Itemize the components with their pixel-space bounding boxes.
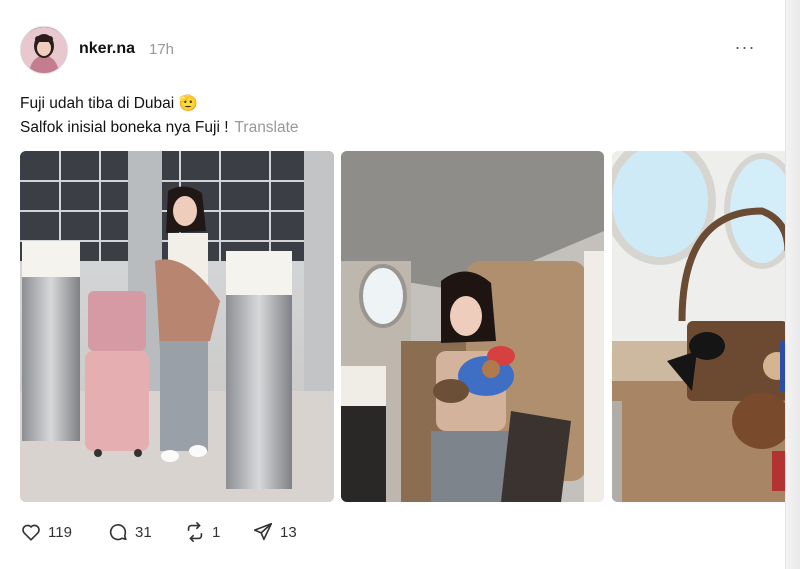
like-count: 119 [48,523,72,541]
translate-link[interactable]: Translate [235,119,299,136]
page-edge [785,0,800,569]
post-image-2[interactable] [341,151,604,502]
send-icon [253,522,273,541]
more-options-button[interactable]: ··· [734,36,756,58]
heart-icon [22,524,40,541]
repost-button[interactable]: 1 [184,520,220,544]
like-button[interactable]: 119 [20,520,72,544]
share-count: 13 [280,523,297,541]
speech-bubble-icon [109,524,127,541]
post-image-1[interactable] [20,151,334,502]
caption-line-2-text: Salfok inisial boneka nya Fuji ! [20,119,229,136]
post-image-3[interactable] [612,151,788,502]
timestamp: 17h [149,41,175,58]
post-caption: Fuji udah tiba di Dubai 🫡 Salfok inisial… [20,92,299,140]
reply-button[interactable]: 31 [107,520,152,544]
username[interactable]: nker.na [79,40,135,58]
share-button[interactable]: 13 [252,520,297,544]
avatar[interactable] [20,26,68,74]
post-card: nker.na 17h ··· Fuji udah tiba di Dubai … [0,0,788,569]
repost-count: 1 [212,523,221,541]
caption-line-2: Salfok inisial boneka nya Fuji ! Translat… [20,116,299,140]
ellipsis-icon: ··· [734,36,756,57]
repost-icon [187,522,203,542]
reply-count: 31 [135,523,152,541]
caption-line-1: Fuji udah tiba di Dubai 🫡 [20,95,198,112]
